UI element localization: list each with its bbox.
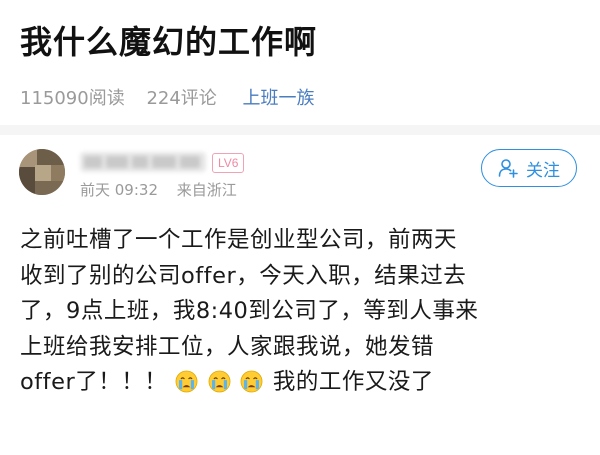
post-info: 前天 09:32 来自浙江 bbox=[80, 179, 251, 201]
level-badge: LV6 bbox=[212, 153, 245, 173]
content-text: offer了！！！ bbox=[20, 369, 168, 395]
post-title: 我什么魔幻的工作啊 bbox=[20, 23, 318, 61]
post-meta: 115090阅读 224评论 上班一族 bbox=[20, 86, 331, 112]
content-line: 之前吐槽了一个工作是创业型公司，前两天 bbox=[20, 227, 458, 253]
username-blurred[interactable] bbox=[80, 152, 206, 172]
content-line: 了，9点上班，我8:40到公司了，等到人事来 bbox=[20, 298, 479, 324]
view-count: 115090阅读 bbox=[20, 88, 125, 109]
topic-link[interactable]: 上班一族 bbox=[243, 88, 315, 109]
content-line: 收到了别的公司offer，今天入职，结果过去 bbox=[20, 262, 467, 289]
follow-button[interactable]: 关注 bbox=[481, 149, 577, 187]
content-tail: 我的工作又没了 bbox=[272, 369, 434, 395]
follow-label: 关注 bbox=[526, 160, 560, 181]
post-time: 前天 09:32 bbox=[80, 181, 158, 199]
crying-face-icon bbox=[175, 369, 198, 393]
post-location: 来自浙江 bbox=[176, 181, 237, 199]
content-line-last: offer了！！！ 我的工作又没了 bbox=[20, 365, 586, 401]
add-user-icon bbox=[498, 158, 518, 178]
content-line: 上班给我安排工位，人家跟我说，她发错 bbox=[20, 333, 435, 360]
crying-face-icon bbox=[208, 369, 231, 393]
comment-count[interactable]: 224评论 bbox=[146, 88, 216, 109]
avatar[interactable] bbox=[19, 149, 65, 195]
crying-face-icon bbox=[240, 369, 263, 393]
section-divider bbox=[0, 125, 600, 135]
post-content: 之前吐槽了一个工作是创业型公司，前两天 收到了别的公司offer，今天入职，结果… bbox=[20, 223, 586, 401]
